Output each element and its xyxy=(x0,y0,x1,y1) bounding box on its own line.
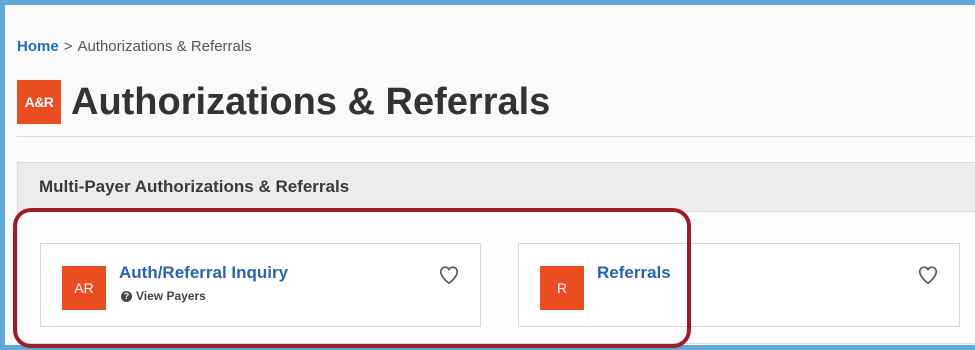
breadcrumb-home-link[interactable]: Home xyxy=(17,38,59,55)
card-auth-referral-inquiry[interactable]: AR Auth/Referral Inquiry ? View Payers xyxy=(40,243,481,327)
section-header: Multi-Payer Authorizations & Referrals xyxy=(18,163,975,212)
breadcrumb-current: Authorizations & Referrals xyxy=(77,38,252,55)
breadcrumb-separator: > xyxy=(63,38,73,55)
referrals-link[interactable]: Referrals xyxy=(597,263,671,283)
card-referrals[interactable]: R Referrals xyxy=(518,243,960,327)
view-payers-link[interactable]: ? View Payers xyxy=(121,289,206,303)
page-title: Authorizations & Referrals xyxy=(71,80,551,123)
title-divider xyxy=(17,136,975,137)
card-icon-ar: AR xyxy=(62,266,106,310)
breadcrumb: Home > Authorizations & Referrals xyxy=(17,38,252,55)
app-icon: A&R xyxy=(17,80,61,124)
card-icon-r: R xyxy=(540,266,584,310)
heart-outline-icon[interactable] xyxy=(438,264,460,286)
view-payers-label: View Payers xyxy=(136,289,206,303)
info-icon: ? xyxy=(121,290,132,302)
auth-referral-inquiry-link[interactable]: Auth/Referral Inquiry xyxy=(119,263,288,283)
heart-outline-icon[interactable] xyxy=(917,264,939,286)
page-header: A&R Authorizations & Referrals xyxy=(17,80,550,124)
